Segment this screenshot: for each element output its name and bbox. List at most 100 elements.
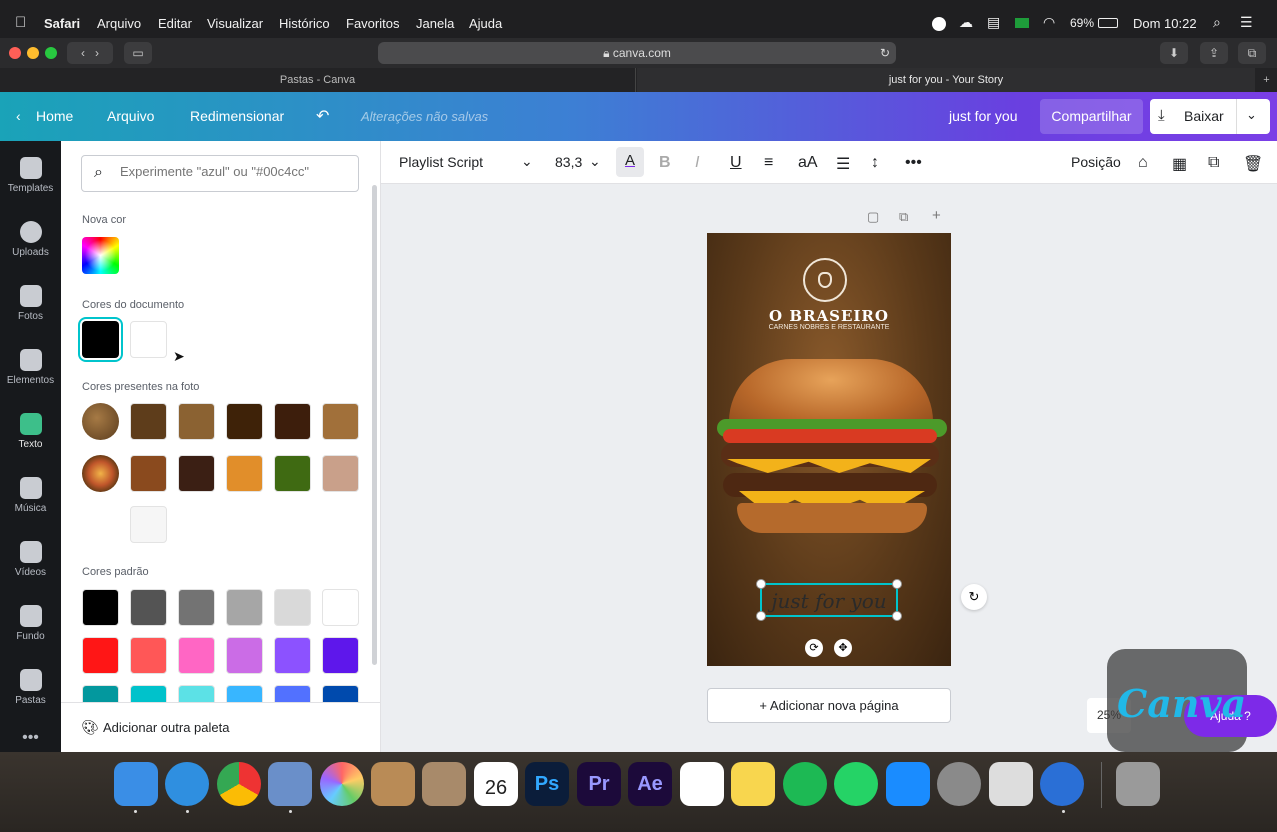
resize-handle[interactable] (892, 579, 902, 589)
trash-icon[interactable]: 🗑︎ (1243, 154, 1263, 174)
menu-ajuda[interactable]: Ajuda (469, 16, 502, 31)
add-palette-row[interactable]: 🎨︎ Adicionar outra paleta (61, 702, 380, 752)
cloud-icon[interactable]: ☁ (959, 14, 973, 31)
notes-icon[interactable] (731, 762, 775, 806)
rail-uploads[interactable]: Uploads (0, 211, 61, 271)
sidebar-toggle-icon[interactable]: ▭ (124, 42, 152, 64)
share-icon[interactable]: ⇪ (1200, 42, 1228, 64)
text-color-icon[interactable]: A (616, 147, 644, 177)
default-color-swatch[interactable] (274, 685, 311, 702)
rail-fotos[interactable]: Fotos (0, 275, 61, 335)
default-color-swatch[interactable] (130, 637, 167, 674)
address-bar[interactable]: 🔒︎ canva.com ↻ (378, 42, 896, 64)
menu-editar[interactable]: Editar (158, 16, 192, 31)
share-button[interactable]: Compartilhar (1040, 99, 1143, 134)
close-window-button[interactable] (9, 47, 21, 59)
photo-color-swatch[interactable] (130, 455, 167, 492)
chevron-down-icon[interactable]: ⌄ (521, 153, 533, 170)
default-color-swatch[interactable] (130, 685, 167, 702)
italic-icon[interactable]: I (695, 154, 699, 172)
quicktime-icon[interactable] (1040, 762, 1084, 806)
rail-pastas[interactable]: Pastas (0, 659, 61, 719)
underline-icon[interactable]: U (730, 154, 742, 172)
rail-musica[interactable]: Música (0, 467, 61, 527)
list-icon[interactable]: ☰ (836, 154, 850, 174)
resize-button[interactable]: Redimensionar (190, 108, 284, 124)
whatsapp-icon[interactable] (834, 762, 878, 806)
photos-app-icon[interactable] (320, 762, 364, 806)
photo-color-swatch[interactable] (130, 506, 167, 543)
chevron-left-icon[interactable]: ‹ (16, 108, 21, 124)
letter-case-icon[interactable]: aA (798, 154, 818, 172)
default-color-swatch[interactable] (322, 589, 359, 626)
menu-historico[interactable]: Histórico (279, 16, 330, 31)
regenerate-icon[interactable]: ↻ (961, 584, 987, 610)
menu-janela[interactable]: Janela (416, 16, 454, 31)
default-color-swatch[interactable] (178, 637, 215, 674)
default-color-swatch[interactable] (82, 637, 119, 674)
safari-icon[interactable] (165, 762, 209, 806)
after-effects-icon[interactable]: Ae (628, 762, 672, 806)
flag-icon[interactable] (1015, 18, 1029, 28)
photo-color-swatch[interactable] (226, 455, 263, 492)
menu-favoritos[interactable]: Favoritos (346, 16, 399, 31)
more-icon[interactable]: ••• (0, 729, 61, 749)
mail-icon[interactable] (268, 762, 312, 806)
minimize-window-button[interactable] (27, 47, 39, 59)
back-forward-buttons[interactable]: ‹ › (67, 42, 113, 64)
bold-icon[interactable]: B (659, 154, 671, 172)
default-color-swatch[interactable] (274, 637, 311, 674)
spacing-icon[interactable]: ↕ (871, 154, 879, 172)
resize-handle[interactable] (892, 611, 902, 621)
note-icon[interactable]: ▢ (867, 209, 879, 225)
default-color-swatch[interactable] (322, 637, 359, 674)
downloads-icon[interactable]: ⬇ (1160, 42, 1188, 64)
calendar-icon[interactable]: 26 (474, 762, 518, 806)
photo-color-swatch[interactable] (322, 403, 359, 440)
font-family-dropdown[interactable]: Playlist Script (399, 154, 483, 170)
tab-pastas[interactable]: Pastas - Canva (0, 68, 636, 92)
spotify-icon[interactable] (783, 762, 827, 806)
photoshop-icon[interactable]: Ps (525, 762, 569, 806)
tab-story[interactable]: just for you - Your Story (637, 68, 1255, 92)
system-preferences-icon[interactable] (937, 762, 981, 806)
chevron-down-icon[interactable]: ⌄ (1246, 107, 1257, 123)
photo-color-swatch[interactable] (322, 455, 359, 492)
premiere-icon[interactable]: Pr (577, 762, 621, 806)
default-color-swatch[interactable] (322, 685, 359, 702)
default-color-swatch[interactable] (178, 685, 215, 702)
finder-icon[interactable] (114, 762, 158, 806)
design-page[interactable]: O BRASEIRO CARNES NOBRES E RESTAURANTE j… (707, 233, 951, 666)
undo-icon[interactable]: ↶ (316, 106, 329, 126)
default-color-swatch[interactable] (274, 589, 311, 626)
tabs-overview-icon[interactable]: ⧉ (1238, 42, 1266, 64)
move-icon[interactable]: ✥ (834, 639, 852, 657)
chevron-down-icon[interactable]: ⌄ (589, 153, 601, 170)
roblox-icon[interactable] (989, 762, 1033, 806)
wifi-icon[interactable]: ◠ (1043, 14, 1055, 31)
reload-icon[interactable]: ↻ (880, 42, 890, 64)
add-palette-button[interactable]: Adicionar outra paleta (103, 720, 229, 735)
rail-videos[interactable]: Vídeos (0, 531, 61, 591)
menu-app-name[interactable]: Safari (44, 16, 80, 31)
default-color-swatch[interactable] (82, 685, 119, 702)
resize-handle[interactable] (756, 579, 766, 589)
download-button[interactable]: Baixar (1184, 108, 1224, 124)
default-color-swatch[interactable] (226, 589, 263, 626)
rail-templates[interactable]: Templates (0, 147, 61, 207)
menu-arquivo[interactable]: Arquivo (97, 16, 141, 31)
script-text[interactable]: just for you (762, 589, 896, 613)
control-center-icon[interactable]: ☰ (1240, 14, 1253, 31)
default-color-swatch[interactable] (226, 685, 263, 702)
record-icon[interactable] (932, 17, 946, 31)
add-page-button[interactable]: + Adicionar nova página (707, 688, 951, 723)
photo-color-swatch[interactable] (226, 403, 263, 440)
more-options-icon[interactable]: ••• (905, 154, 922, 172)
search-icon[interactable]: ⌕ (1213, 14, 1221, 31)
calculator-icon[interactable] (422, 762, 466, 806)
default-color-swatch[interactable] (178, 589, 215, 626)
panel-scrollbar[interactable] (372, 185, 377, 665)
rotate-icon[interactable]: ⟳ (805, 639, 823, 657)
add-page-icon[interactable]: + (932, 207, 941, 224)
zoom-window-button[interactable] (45, 47, 57, 59)
